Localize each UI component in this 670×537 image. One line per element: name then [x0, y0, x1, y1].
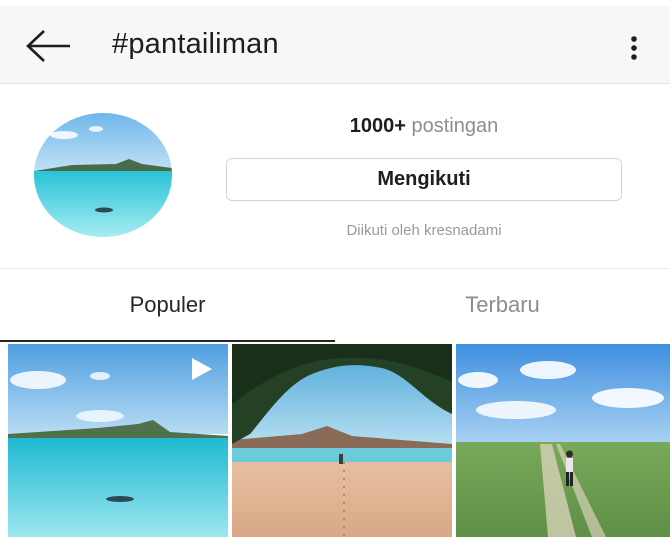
vertical-dots-icon — [631, 36, 637, 60]
back-button[interactable] — [24, 28, 74, 64]
post-count-label: postingan — [411, 115, 499, 137]
tab-populer[interactable]: Populer — [0, 270, 335, 342]
more-options-button[interactable] — [622, 30, 646, 66]
followed-by-text: Diikuti oleh kresnadami — [346, 222, 502, 239]
post-grid — [8, 344, 670, 537]
page-title: #pantailiman — [112, 28, 279, 60]
grid-post-beach-sea[interactable] — [8, 344, 228, 537]
feed-tabs: Populer Terbaru — [0, 270, 670, 342]
arrow-left-icon — [26, 30, 70, 62]
header-bar: #pantailiman — [0, 6, 670, 84]
hashtag-avatar[interactable] — [34, 113, 172, 237]
following-button[interactable]: Mengikuti — [226, 158, 622, 201]
post-count: 1000+ postingan — [226, 115, 622, 138]
play-icon — [192, 358, 212, 380]
grid-post-grass-path[interactable] — [456, 344, 670, 537]
tab-terbaru[interactable]: Terbaru — [335, 270, 670, 342]
post-count-value: 1000+ — [349, 115, 406, 137]
hashtag-profile-section: 1000+ postingan Mengikuti Diikuti oleh k… — [0, 85, 670, 269]
grid-post-beach-tree[interactable] — [232, 344, 452, 537]
